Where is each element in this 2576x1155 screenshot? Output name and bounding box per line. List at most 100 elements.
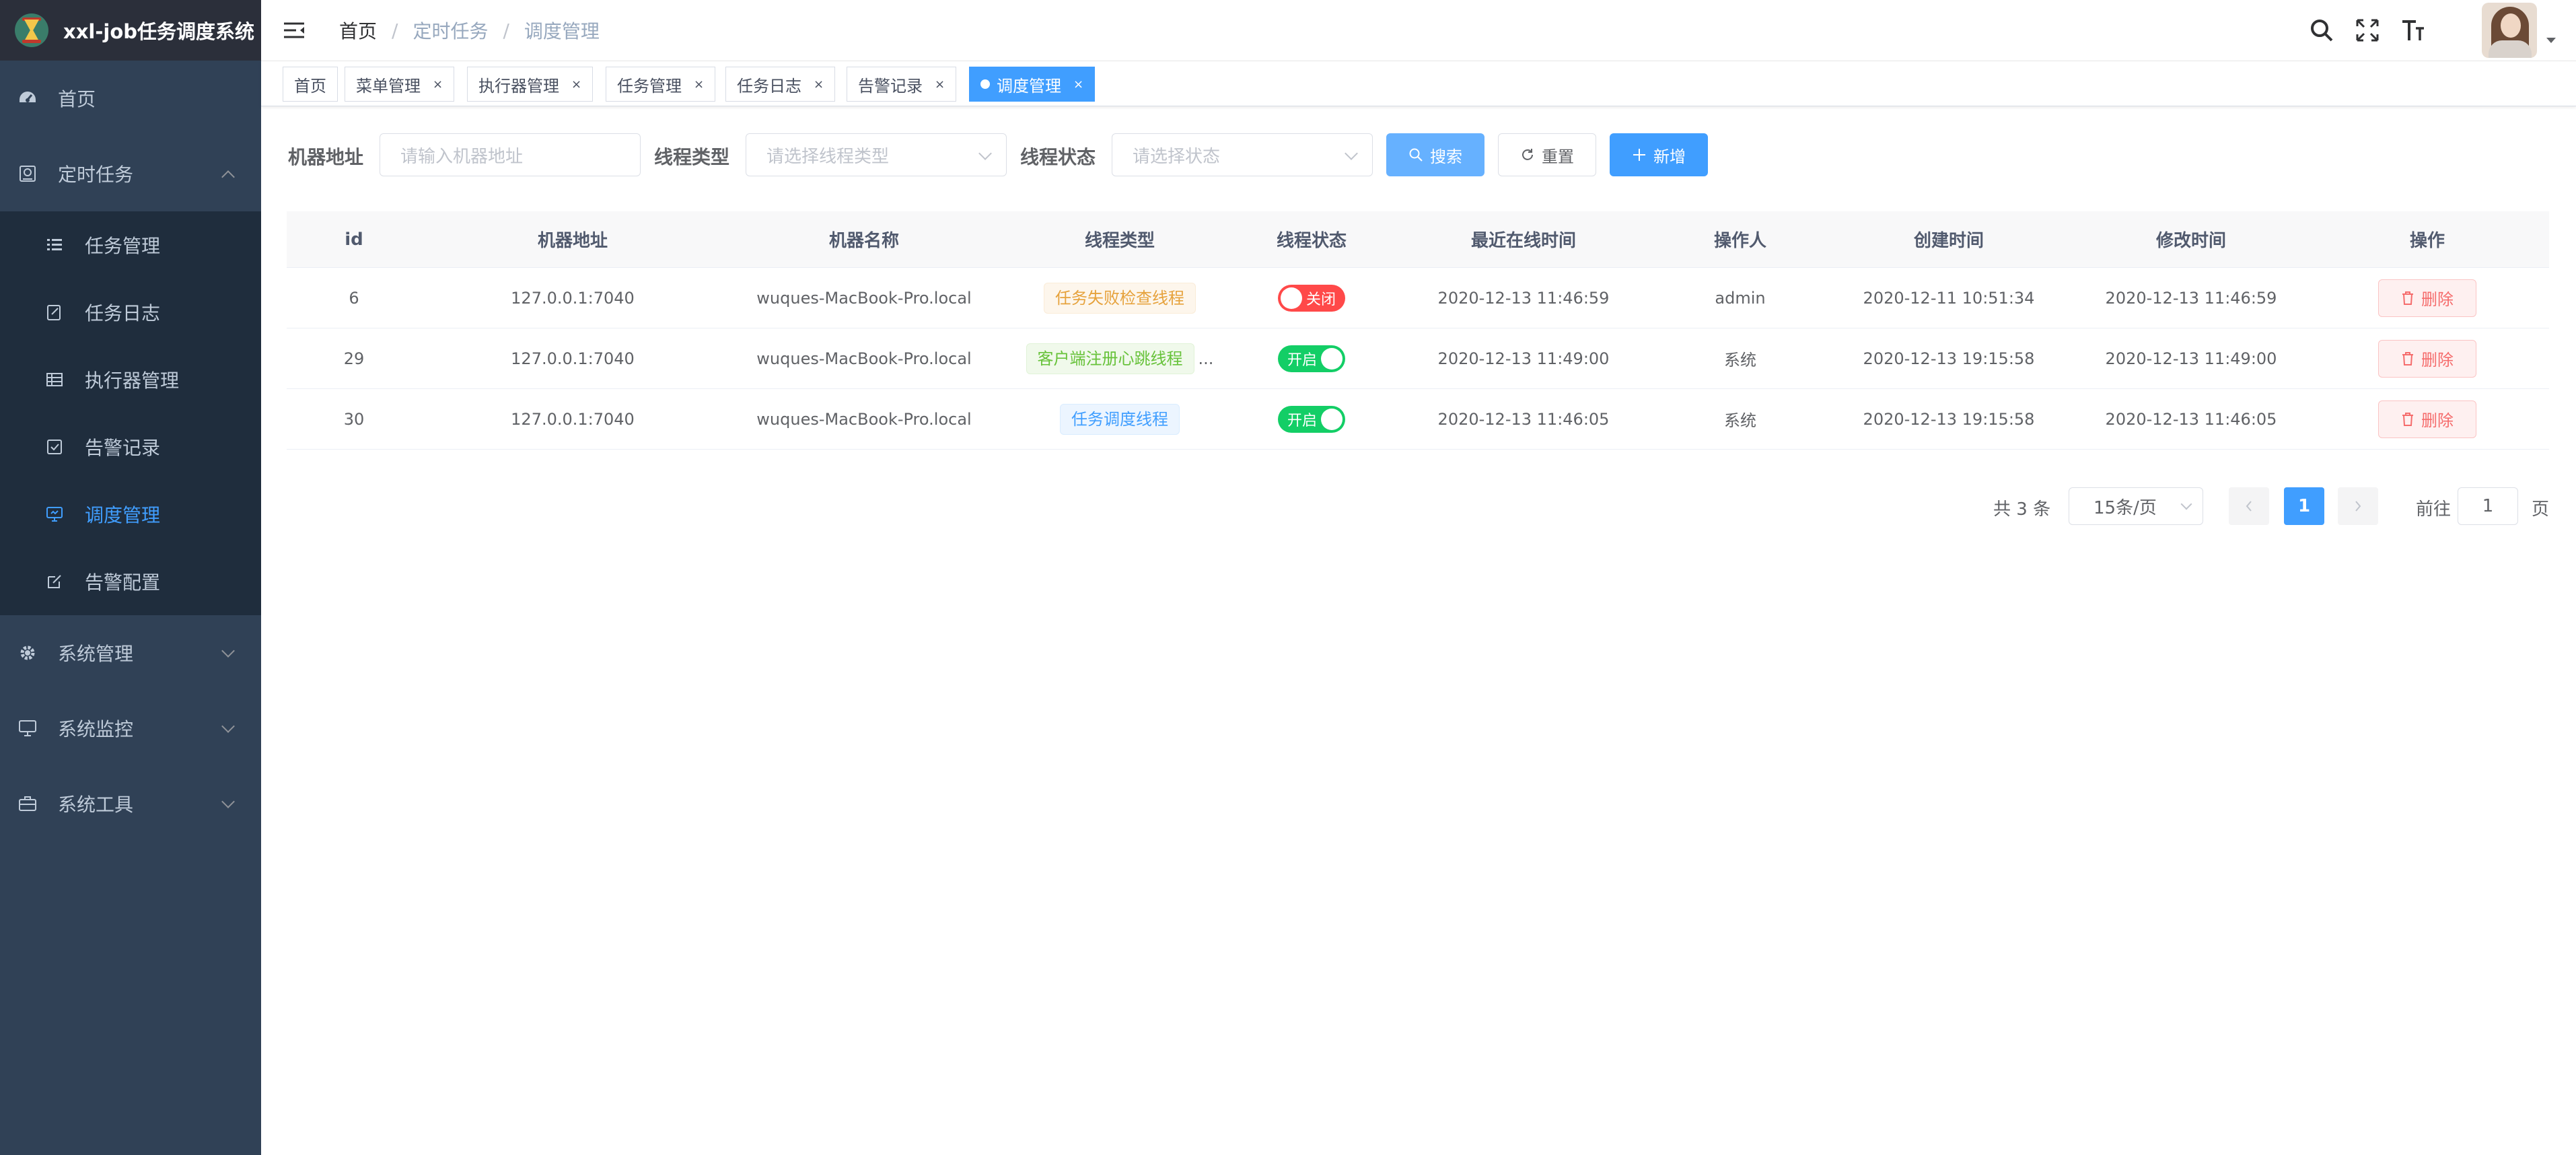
goto-page-input[interactable]: 1 xyxy=(2458,487,2518,525)
column-header: 创建时间 xyxy=(1913,231,1984,251)
tags-view: 首页 菜单管理 × 执行器管理 × 任务管理 × 任务日志 × 告警记录 × 调… xyxy=(261,61,2576,106)
thread-status-label: 线程状态 xyxy=(1020,146,1096,168)
cell-operator: admin xyxy=(1715,288,1766,308)
delete-label: 删除 xyxy=(2421,411,2454,430)
sidebar-item-alarm-records[interactable]: 告警记录 xyxy=(0,413,261,481)
sidebar-item-task-log[interactable]: 任务日志 xyxy=(0,279,261,346)
status-switch[interactable]: 开启 xyxy=(1278,345,1345,372)
sidebar-item-executor-management[interactable]: 执行器管理 xyxy=(0,346,261,413)
cell-online-time: 2020-12-13 11:46:59 xyxy=(1437,288,1610,308)
search-button[interactable]: 搜索 xyxy=(1386,133,1484,176)
cell-address: 127.0.0.1:7040 xyxy=(511,288,635,308)
add-button-label: 新增 xyxy=(1653,147,1686,166)
caret-down-icon[interactable] xyxy=(2546,38,2556,43)
sidebar-item-system-tools[interactable]: 系统工具 xyxy=(0,766,261,841)
hamburger-icon[interactable] xyxy=(283,20,306,40)
close-icon[interactable]: × xyxy=(433,77,443,92)
close-icon[interactable]: × xyxy=(814,77,824,92)
next-page-button[interactable] xyxy=(2338,487,2378,525)
app-title: xxl-job任务调度系统 xyxy=(63,20,255,43)
sidebar-item-alarm-config[interactable]: 告警配置 xyxy=(0,548,261,615)
delete-button[interactable]: 删除 xyxy=(2378,339,2476,378)
switch-knob xyxy=(1321,408,1343,430)
table-row: 29 127.0.0.1:7040 wuques-MacBook-Pro.loc… xyxy=(287,328,2549,389)
delete-label: 删除 xyxy=(2421,290,2454,309)
page-size-value: 15条/页 xyxy=(2094,497,2157,518)
sidebar-item-home[interactable]: 首页 xyxy=(0,61,261,136)
thread-type-select[interactable]: 请选择线程类型 xyxy=(746,133,1007,176)
tag-menu-management[interactable]: 菜单管理 × xyxy=(345,67,455,102)
sidebar-item-task-management[interactable]: 任务管理 xyxy=(0,211,261,279)
close-icon[interactable]: × xyxy=(571,77,581,92)
cell-actions: 删除 xyxy=(2305,339,2549,378)
tag-task-log[interactable]: 任务日志 × xyxy=(725,67,836,102)
goto-label: 前往 xyxy=(2416,499,2452,520)
cell-name: wuques-MacBook-Pro.local xyxy=(756,349,972,368)
breadcrumb-current: 调度管理 xyxy=(524,20,600,42)
search-icon[interactable] xyxy=(2307,15,2336,45)
sidebar-item-system-management[interactable]: 系统管理 xyxy=(0,615,261,691)
switch-knob xyxy=(1321,347,1343,370)
tag-home[interactable]: 首页 xyxy=(283,67,338,102)
breadcrumb: 首页 / 定时任务 / 调度管理 xyxy=(339,17,600,44)
address-label: 机器地址 xyxy=(288,146,364,168)
tag-task-management[interactable]: 任务管理 × xyxy=(606,67,716,102)
status-switch[interactable]: 关闭 xyxy=(1278,284,1345,312)
column-header: id xyxy=(345,229,363,250)
monitor-icon xyxy=(17,718,38,738)
delete-button[interactable]: 删除 xyxy=(2378,279,2476,317)
switch-label: 关闭 xyxy=(1305,291,1336,308)
tag-label: 调度管理 xyxy=(997,76,1061,96)
list-icon xyxy=(44,235,65,255)
tag-label: 菜单管理 xyxy=(356,76,421,96)
cell-name: wuques-MacBook-Pro.local xyxy=(756,288,972,308)
table-icon xyxy=(44,370,65,390)
monitor-icon xyxy=(44,504,65,524)
chevron-right-icon xyxy=(2355,501,2361,512)
close-icon[interactable]: × xyxy=(935,77,945,92)
sidebar-item-system-monitor[interactable]: 系统监控 xyxy=(0,691,261,766)
avatar[interactable] xyxy=(2482,3,2537,58)
thread-type-tag: 任务调度线程 xyxy=(1060,403,1180,435)
prev-page-button[interactable] xyxy=(2229,487,2269,525)
thread-type-label: 线程类型 xyxy=(654,146,730,168)
page-number-current[interactable]: 1 xyxy=(2284,487,2324,525)
cell-id: 6 xyxy=(349,288,359,308)
chevron-left-icon xyxy=(2246,501,2252,512)
tag-label: 任务管理 xyxy=(617,76,682,96)
cell-id: 29 xyxy=(343,349,365,368)
thread-type-tag: 任务失败检查线程 xyxy=(1044,282,1196,314)
status-switch[interactable]: 开启 xyxy=(1278,405,1345,433)
breadcrumb-home[interactable]: 首页 xyxy=(339,17,377,44)
app-logo[interactable]: xxl-job任务调度系统 xyxy=(0,0,261,61)
reset-button[interactable]: 重置 xyxy=(1498,133,1596,176)
column-header: 线程状态 xyxy=(1276,231,1347,251)
trash-icon xyxy=(2401,291,2414,306)
address-placeholder: 请输入机器地址 xyxy=(400,146,524,167)
cell-online-time: 2020-12-13 11:46:05 xyxy=(1437,409,1610,429)
page-size-select[interactable]: 15条/页 xyxy=(2069,487,2203,525)
cell-operator: 系统 xyxy=(1724,411,1756,430)
cell-type: 任务失败检查线程 xyxy=(1004,282,1236,314)
sidebar-item-label: 任务管理 xyxy=(85,235,161,257)
sidebar-item-scheduled-tasks[interactable]: 定时任务 xyxy=(0,136,261,211)
reset-button-label: 重置 xyxy=(1542,147,1574,166)
thread-status-select[interactable]: 请选择状态 xyxy=(1112,133,1373,176)
column-header: 机器地址 xyxy=(537,231,608,251)
tag-alarm-records[interactable]: 告警记录 × xyxy=(847,67,957,102)
cell-id: 30 xyxy=(343,409,365,429)
close-icon[interactable]: × xyxy=(1073,77,1083,92)
switch-label: 开启 xyxy=(1287,412,1318,429)
add-button[interactable]: 新增 xyxy=(1610,133,1708,176)
breadcrumb-separator: / xyxy=(392,19,398,42)
delete-button[interactable]: 删除 xyxy=(2378,400,2476,438)
font-size-icon[interactable] xyxy=(2398,15,2428,45)
address-input[interactable]: 请输入机器地址 xyxy=(380,133,641,176)
tag-schedule-management[interactable]: 调度管理 × xyxy=(969,67,1096,102)
sidebar-item-schedule-management[interactable]: 调度管理 xyxy=(0,481,261,548)
fullscreen-icon[interactable] xyxy=(2353,15,2382,45)
close-icon[interactable]: × xyxy=(694,77,704,92)
cell-status: 开启 xyxy=(1236,345,1388,372)
tag-executor-management[interactable]: 执行器管理 × xyxy=(467,67,594,102)
sidebar-item-label: 告警记录 xyxy=(85,437,161,459)
